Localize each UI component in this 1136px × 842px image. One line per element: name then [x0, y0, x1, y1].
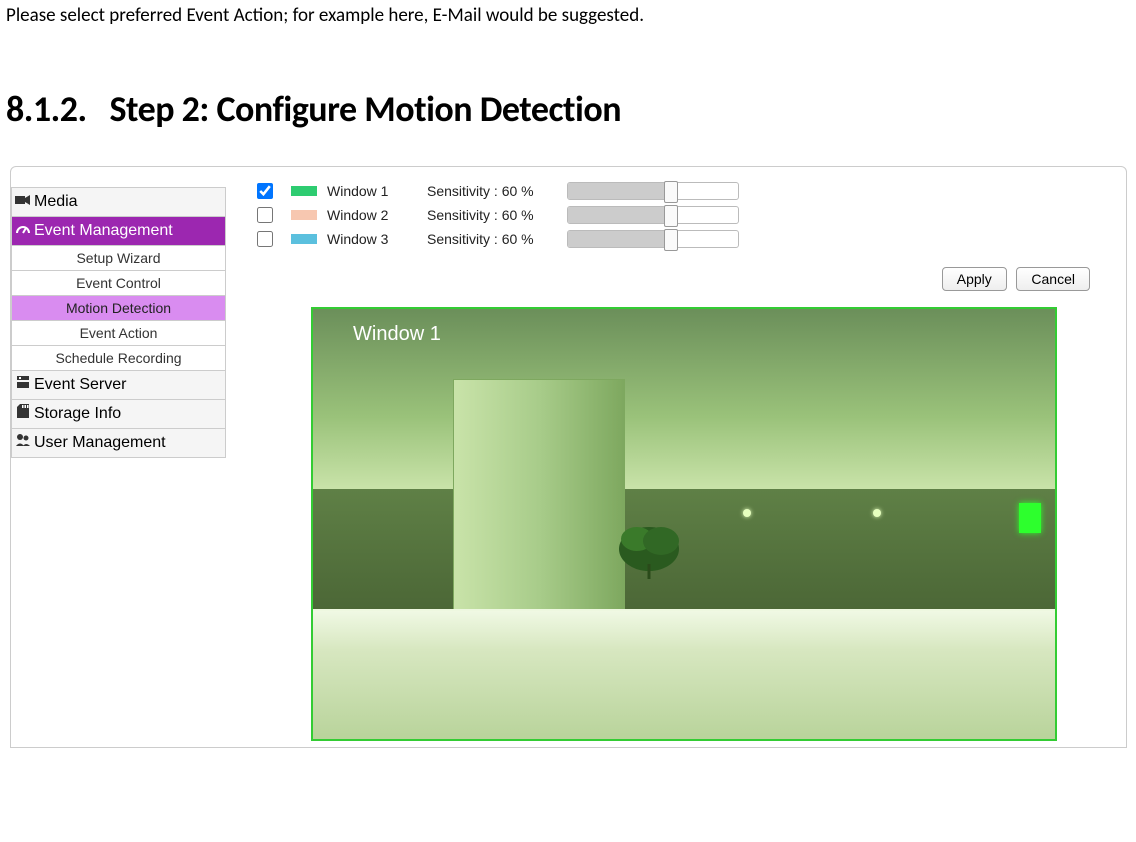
- sidebar-item-setup-wizard[interactable]: Setup Wizard: [11, 246, 226, 271]
- gauge-icon: [12, 217, 34, 245]
- window-2-color-swatch: [291, 210, 317, 220]
- window-1-color-swatch: [291, 186, 317, 196]
- window-row-2: Window 2 Sensitivity : 60 %: [251, 203, 1120, 227]
- window-2-checkbox[interactable]: [257, 207, 273, 223]
- window-row-1: Window 1 Sensitivity : 60 %: [251, 179, 1120, 203]
- sidebar-item-motion-detection[interactable]: Motion Detection: [11, 296, 226, 321]
- sidebar-item-schedule-recording[interactable]: Schedule Recording: [11, 346, 226, 371]
- users-icon: [12, 429, 34, 457]
- cancel-button[interactable]: Cancel: [1016, 267, 1090, 291]
- window-2-sensitivity-label: Sensitivity : 60 %: [427, 207, 567, 223]
- section-title: Step 2: Configure Motion Detection: [110, 87, 622, 131]
- preview-light-2: [873, 509, 881, 517]
- app-screenshot: Media Event Management Setup Wizard Even…: [10, 166, 1127, 748]
- window-1-name: Window 1: [327, 183, 427, 199]
- window-3-name: Window 3: [327, 231, 427, 247]
- preview-window-label: Window 1: [353, 323, 441, 346]
- window-3-sensitivity-slider[interactable]: [567, 230, 739, 248]
- sidebar-item-event-management[interactable]: Event Management: [11, 217, 226, 246]
- sidebar-item-event-action[interactable]: Event Action: [11, 321, 226, 346]
- camera-icon: [12, 188, 34, 216]
- sidebar-label-event-management: Event Management: [34, 217, 173, 245]
- content-area: Window 1 Sensitivity : 60 % Window 2 Sen…: [251, 173, 1120, 741]
- sidebar-item-user-management[interactable]: User Management: [11, 429, 226, 458]
- window-1-sensitivity-slider[interactable]: [567, 182, 739, 200]
- window-1-sensitivity-label: Sensitivity : 60 %: [427, 183, 567, 199]
- sidebar-label-media: Media: [34, 188, 78, 216]
- sidebar-label-event-server: Event Server: [34, 371, 126, 399]
- sidebar-label-event-control: Event Control: [76, 275, 161, 291]
- sidebar-item-event-server[interactable]: Event Server: [11, 371, 226, 400]
- window-controls: Window 1 Sensitivity : 60 % Window 2 Sen…: [251, 179, 1120, 251]
- preview-exit-sign: [1019, 503, 1041, 533]
- camera-preview[interactable]: Window 1: [311, 307, 1057, 741]
- section-heading: 8.1.2. Step 2: Configure Motion Detectio…: [0, 27, 1136, 161]
- preview-plant: [609, 509, 689, 579]
- window-3-sensitivity-label: Sensitivity : 60 %: [427, 231, 567, 247]
- sd-card-icon: [12, 400, 34, 428]
- sidebar-item-storage-info[interactable]: Storage Info: [11, 400, 226, 429]
- window-2-name: Window 2: [327, 207, 427, 223]
- instruction-text: Please select preferred Event Action; fo…: [0, 0, 1136, 27]
- window-1-checkbox[interactable]: [257, 183, 273, 199]
- server-icon: [12, 371, 34, 399]
- sidebar-label-setup-wizard: Setup Wizard: [76, 250, 160, 266]
- preview-desk: [313, 609, 1055, 741]
- window-3-color-swatch: [291, 234, 317, 244]
- window-row-3: Window 3 Sensitivity : 60 %: [251, 227, 1120, 251]
- sidebar: Media Event Management Setup Wizard Even…: [11, 187, 226, 458]
- preview-light-1: [743, 509, 751, 517]
- sidebar-label-motion-detection: Motion Detection: [66, 300, 171, 316]
- sidebar-item-event-control[interactable]: Event Control: [11, 271, 226, 296]
- sidebar-label-user-management: User Management: [34, 429, 166, 457]
- window-2-sensitivity-slider[interactable]: [567, 206, 739, 224]
- preview-pillar: [453, 379, 625, 611]
- sidebar-label-storage-info: Storage Info: [34, 400, 121, 428]
- sidebar-label-schedule-recording: Schedule Recording: [55, 350, 181, 366]
- sidebar-item-media[interactable]: Media: [11, 187, 226, 217]
- window-3-checkbox[interactable]: [257, 231, 273, 247]
- sidebar-label-event-action: Event Action: [80, 325, 158, 341]
- button-row: Apply Cancel: [251, 251, 1120, 307]
- section-number: 8.1.2.: [6, 87, 87, 131]
- apply-button[interactable]: Apply: [942, 267, 1007, 291]
